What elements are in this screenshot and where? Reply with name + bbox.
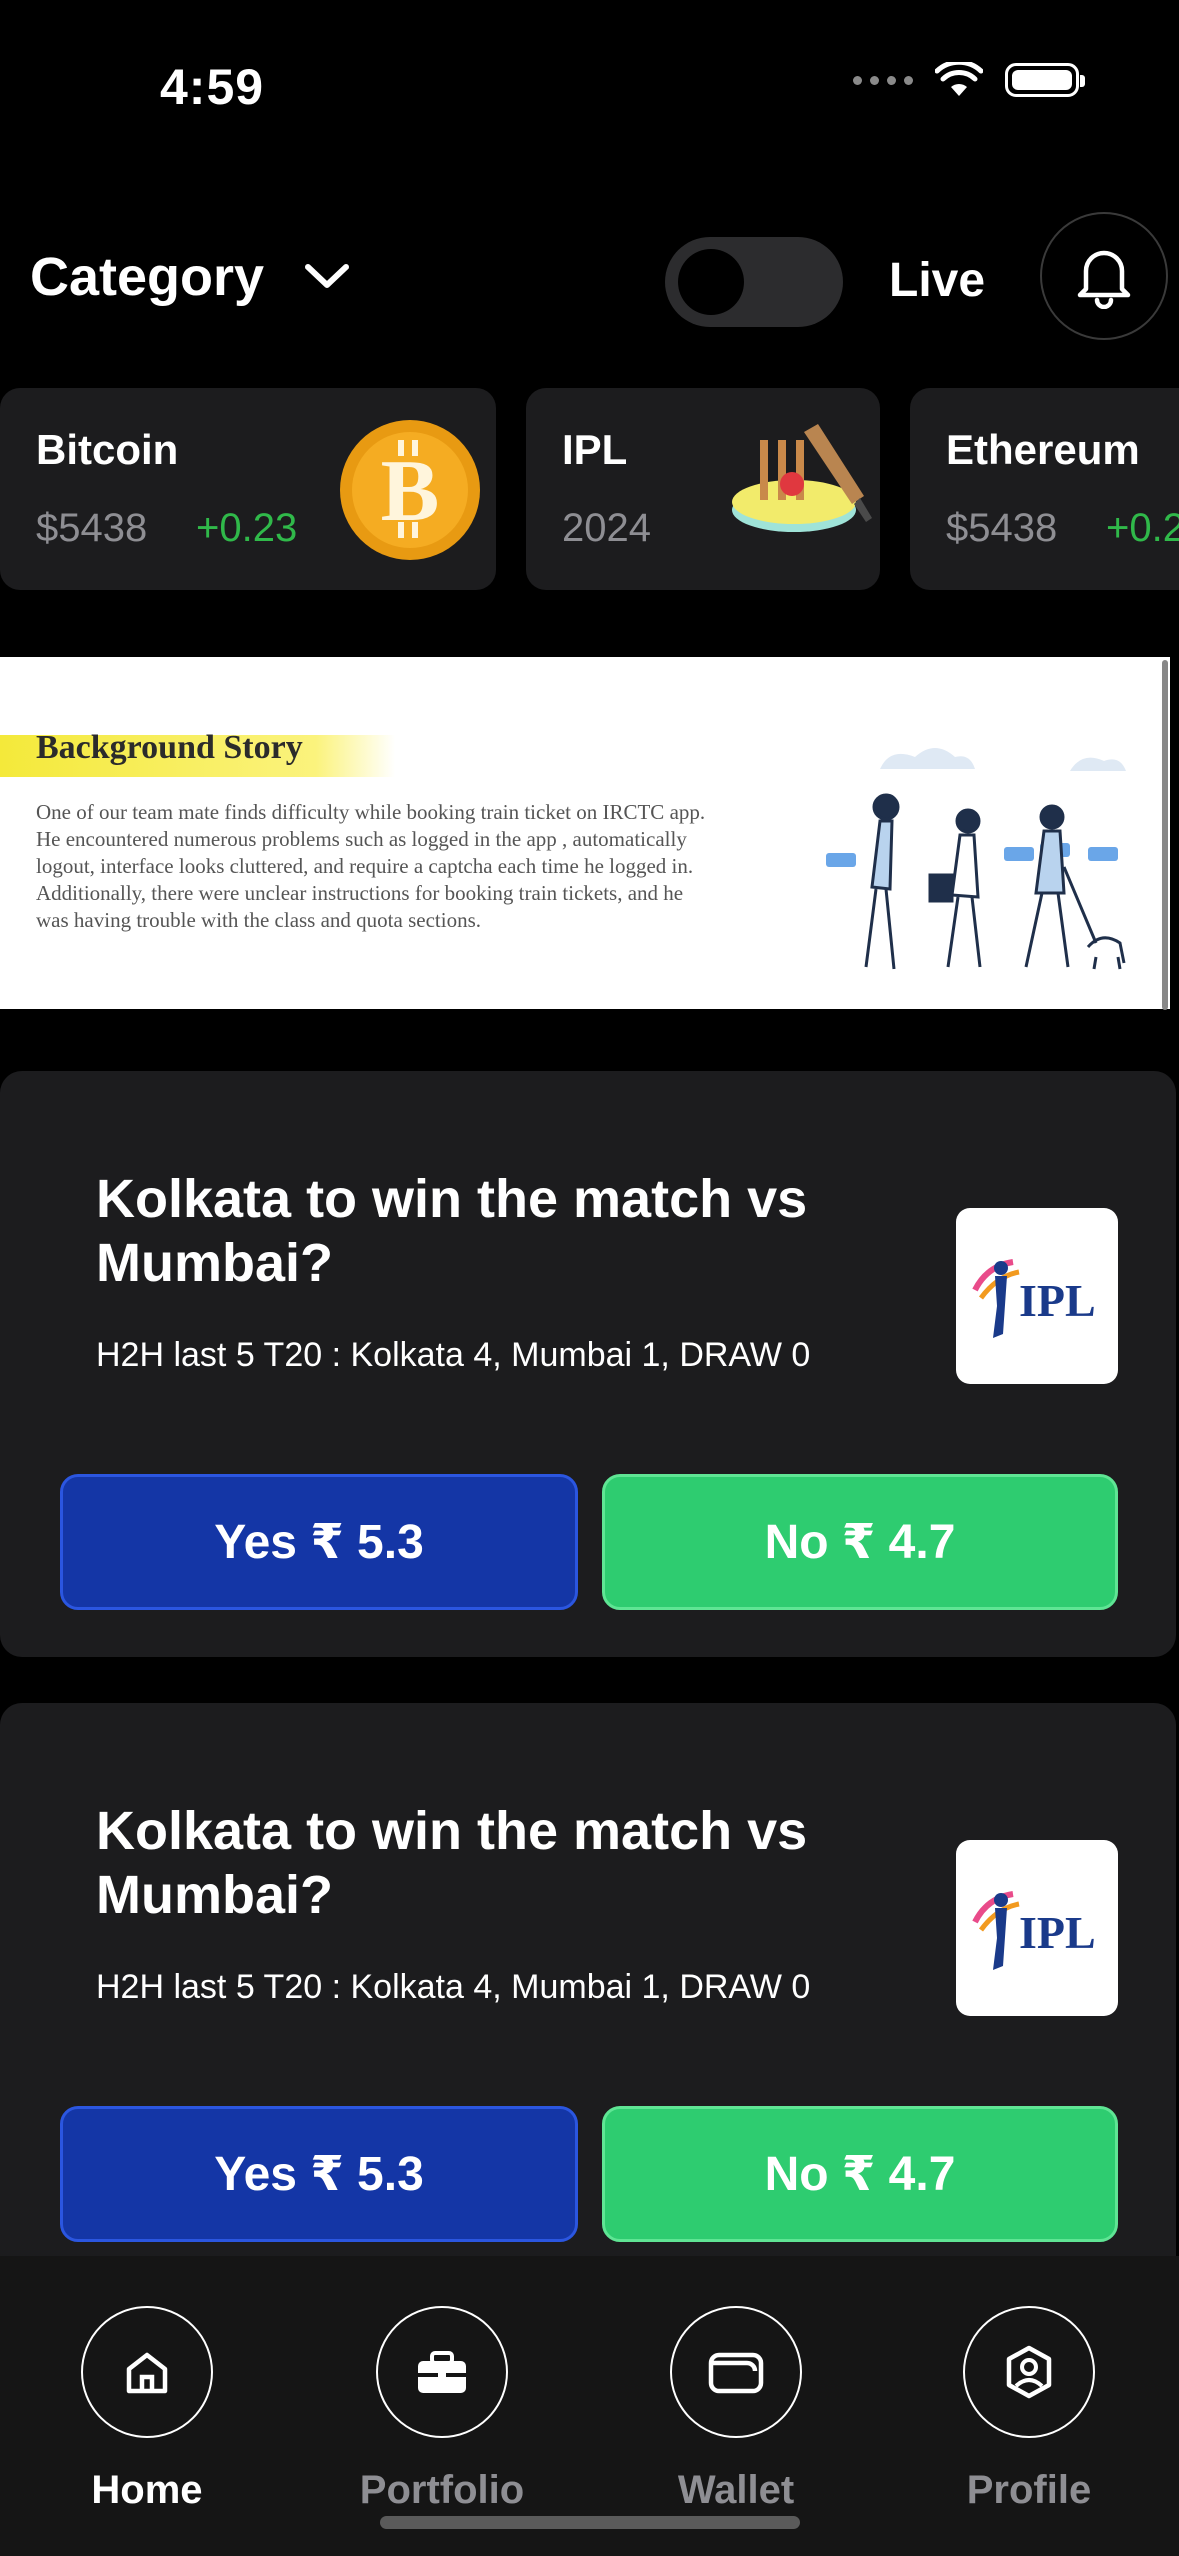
question-title: Kolkata to win the match vs Mumbai? — [96, 1801, 808, 1925]
ipl-logo: IPL — [956, 1840, 1118, 2016]
ticker-value: 2024 — [562, 506, 651, 550]
status-time: 4:59 — [160, 59, 265, 115]
ticker-name: Bitcoin — [36, 426, 179, 473]
ticker-name: IPL — [562, 426, 628, 473]
svg-text:IPL: IPL — [1019, 1907, 1096, 1958]
home-indicator[interactable] — [380, 2516, 800, 2529]
wallet-icon — [670, 2306, 802, 2438]
bottom-tab-bar: Home Portfolio Wallet Profile — [0, 2256, 1179, 2556]
category-label: Category — [30, 247, 265, 307]
ipl-logo: IPL — [956, 1208, 1118, 1384]
banner-text: One of our team mate finds difficulty wh… — [36, 800, 706, 932]
wifi-icon — [935, 62, 983, 96]
live-label: Live — [889, 254, 986, 307]
promo-banner[interactable]: Background Story One of our team mate fi… — [0, 657, 1170, 1009]
ticker-value: $5438 — [36, 506, 148, 550]
cellular-signal-icon — [853, 75, 913, 85]
tab-label: Portfolio — [359, 2468, 525, 2512]
tab-label: Wallet — [677, 2468, 795, 2512]
question-subtitle: H2H last 5 T20 : Kolkata 4, Mumbai 1, DR… — [96, 1968, 811, 2006]
prediction-card[interactable]: Kolkata to win the match vs Mumbai? H2H … — [0, 1703, 1176, 2303]
tab-portfolio[interactable]: Portfolio — [342, 2306, 542, 2513]
notification-button[interactable] — [1040, 212, 1168, 340]
ticker-card-ipl[interactable]: IPL 2024 — [526, 388, 880, 590]
briefcase-icon — [376, 2306, 508, 2438]
profile-icon — [963, 2306, 1095, 2438]
yes-button[interactable]: Yes ₹ 5.3 — [60, 1474, 578, 1610]
prediction-card[interactable]: Kolkata to win the match vs Mumbai? H2H … — [0, 1071, 1176, 1657]
category-dropdown[interactable]: Category — [30, 246, 350, 308]
ticker-card-bitcoin[interactable]: Bitcoin $5438 +0.23 B — [0, 388, 496, 590]
tab-label: Profile — [966, 2468, 1092, 2512]
bitcoin-coin-icon: B — [340, 420, 480, 560]
chevron-down-icon — [305, 264, 350, 288]
ticker-name: Ethereum — [946, 426, 1140, 473]
tab-profile[interactable]: Profile — [929, 2306, 1129, 2513]
ticker-card-ethereum[interactable]: Ethereum $5438 +0.23 — [910, 388, 1179, 590]
tab-home[interactable]: Home — [47, 2306, 247, 2513]
no-button[interactable]: No ₹ 4.7 — [602, 1474, 1118, 1610]
ticker-value: $5438 — [946, 506, 1058, 550]
banner-scroll-indicator — [1162, 660, 1168, 1010]
svg-text:B: B — [381, 443, 440, 540]
banner-title: Background Story — [36, 729, 303, 766]
yes-button[interactable]: Yes ₹ 5.3 — [60, 2106, 578, 2242]
people-walking-illustration — [826, 748, 1126, 970]
ticker-change: +0.23 — [196, 506, 298, 550]
bell-icon — [1077, 250, 1131, 309]
no-button[interactable]: No ₹ 4.7 — [602, 2106, 1118, 2242]
battery-icon — [1005, 63, 1085, 97]
question-title: Kolkata to win the match vs Mumbai? — [96, 1169, 808, 1293]
question-subtitle: H2H last 5 T20 : Kolkata 4, Mumbai 1, DR… — [96, 1336, 811, 1374]
home-icon — [81, 2306, 213, 2438]
svg-text:IPL: IPL — [1019, 1275, 1096, 1326]
status-icons — [853, 62, 1085, 98]
toggle-knob — [678, 249, 744, 315]
ticker-change: +0.23 — [1106, 506, 1179, 550]
tab-wallet[interactable]: Wallet — [636, 2306, 836, 2513]
live-toggle[interactable] — [665, 237, 843, 327]
tab-label: Home — [91, 2468, 203, 2512]
cricket-bat-ball-icon — [732, 424, 872, 532]
